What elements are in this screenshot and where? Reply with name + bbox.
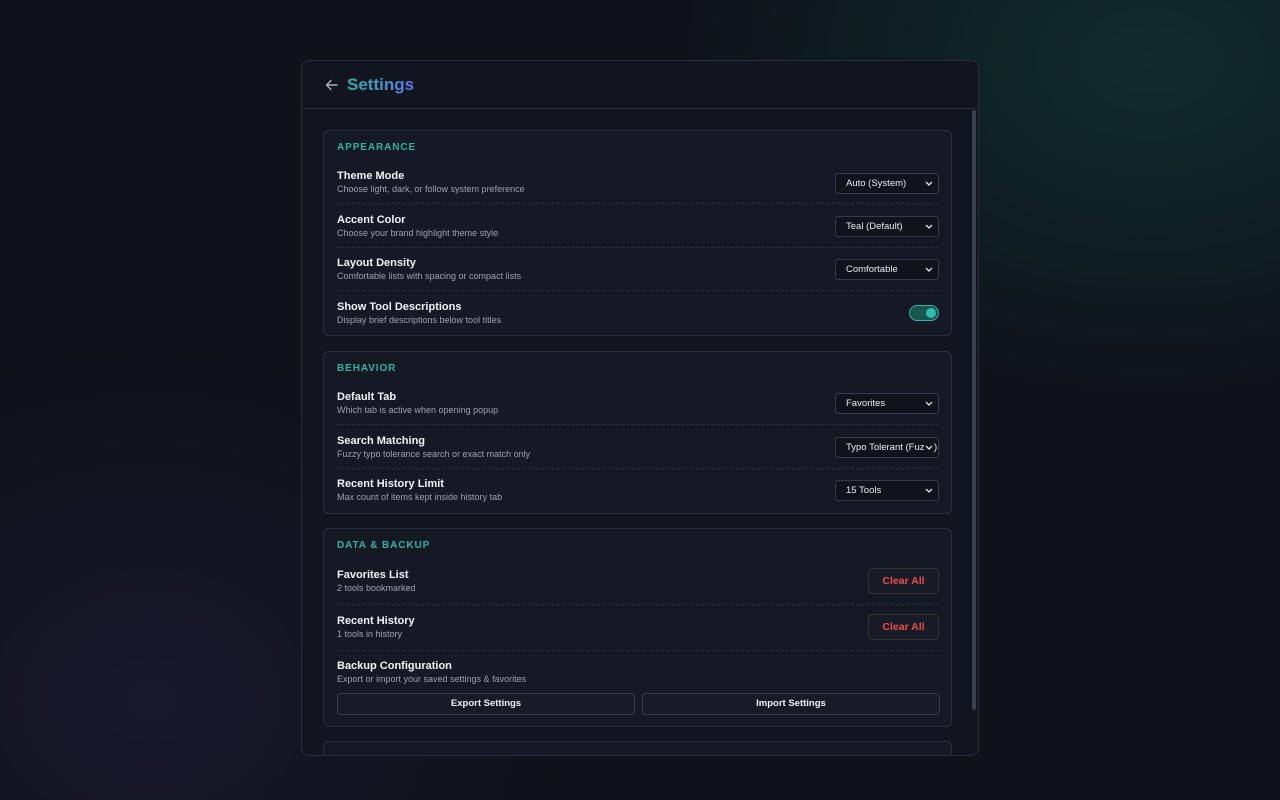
- settings-header: Settings: [302, 61, 978, 109]
- accent-color-select[interactable]: Teal (Default): [835, 216, 939, 237]
- chevron-down-icon: [925, 394, 934, 413]
- chevron-down-icon: [925, 217, 934, 236]
- appearance-section: APPEARANCE Theme Mode Choose light, dark…: [323, 130, 952, 336]
- select-value: Auto (System): [846, 178, 907, 189]
- section-title-data-backup: DATA & BACKUP: [337, 540, 431, 551]
- setting-row-history: Recent History 1 tools in history Clear …: [337, 614, 939, 651]
- section-title-appearance: APPEARANCE: [337, 142, 417, 153]
- page-title: Settings: [347, 74, 415, 94]
- setting-label: Favorites List: [337, 569, 409, 581]
- setting-row-backup: Backup Configuration Export or import yo…: [337, 660, 940, 720]
- setting-row-history-limit: Recent History Limit Max count of items …: [337, 478, 939, 508]
- show-descriptions-toggle[interactable]: [909, 305, 939, 321]
- toggle-knob: [926, 308, 936, 318]
- arrow-left-icon: [325, 79, 338, 90]
- setting-row-theme-mode: Theme Mode Choose light, dark, or follow…: [337, 170, 939, 204]
- default-tab-select[interactable]: Favorites: [835, 393, 939, 414]
- select-value: Typo Tolerant (Fuzzy): [846, 442, 938, 453]
- setting-row-show-descriptions: Show Tool Descriptions Display brief des…: [337, 301, 939, 331]
- setting-label: Backup Configuration: [337, 660, 452, 672]
- layout-density-select[interactable]: Comfortable: [835, 259, 939, 280]
- export-settings-button[interactable]: Export Settings: [337, 693, 635, 715]
- select-value: Teal (Default): [846, 221, 903, 232]
- settings-content[interactable]: APPEARANCE Theme Mode Choose light, dark…: [302, 110, 978, 755]
- scrollbar[interactable]: [972, 110, 976, 710]
- setting-row-default-tab: Default Tab Which tab is active when ope…: [337, 391, 939, 425]
- section-title-behavior: BEHAVIOR: [337, 363, 397, 374]
- chevron-down-icon: [925, 438, 934, 457]
- setting-description: Export or import your saved settings & f…: [337, 674, 527, 684]
- search-matching-select[interactable]: Typo Tolerant (Fuzzy): [835, 437, 939, 458]
- settings-panel: Settings APPEARANCE Theme Mode Choose li…: [301, 60, 979, 756]
- chevron-down-icon: [925, 174, 934, 193]
- setting-description: 1 tools in history: [337, 629, 403, 639]
- clear-favorites-button[interactable]: Clear All: [868, 568, 939, 594]
- select-value: Favorites: [846, 398, 886, 409]
- back-button[interactable]: [324, 78, 338, 92]
- select-value: Comfortable: [846, 264, 898, 275]
- history-limit-select[interactable]: 15 Tools: [835, 480, 939, 501]
- setting-row-accent-color: Accent Color Choose your brand highlight…: [337, 214, 939, 248]
- chevron-down-icon: [925, 260, 934, 279]
- setting-row-favorites: Favorites List 2 tools bookmarked Clear …: [337, 568, 939, 605]
- behavior-section: BEHAVIOR Default Tab Which tab is active…: [323, 351, 952, 514]
- import-settings-button[interactable]: Import Settings: [642, 693, 940, 715]
- setting-description: 2 tools bookmarked: [337, 583, 416, 593]
- backup-actions: Export Settings Import Settings: [337, 693, 940, 715]
- setting-label: Show Tool Descriptions: [337, 301, 462, 313]
- select-value: 15 Tools: [846, 485, 882, 496]
- theme-mode-select[interactable]: Auto (System): [835, 173, 939, 194]
- chevron-down-icon: [925, 481, 934, 500]
- setting-row-layout-density: Layout Density Comfortable lists with sp…: [337, 257, 939, 291]
- setting-description: Display brief descriptions below tool ti…: [337, 315, 502, 325]
- clear-history-button[interactable]: Clear All: [868, 614, 939, 640]
- data-backup-section: DATA & BACKUP Favorites List 2 tools boo…: [323, 528, 952, 727]
- next-section-partial: [323, 741, 952, 755]
- setting-label: Recent History: [337, 615, 415, 627]
- setting-row-search-matching: Search Matching Fuzzy typo tolerance sea…: [337, 435, 939, 469]
